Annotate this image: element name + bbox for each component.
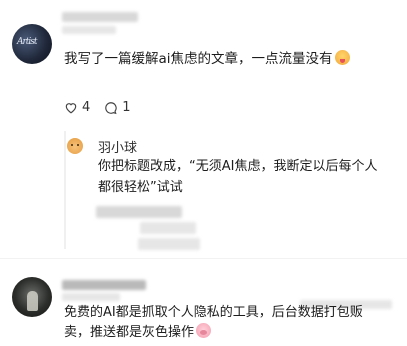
reply-thread-line — [64, 131, 66, 249]
reply-meta-blurred-1 — [96, 206, 182, 218]
post-actions: 4 1 — [64, 100, 145, 115]
comment2-text-line-2-body: 卖，推送都是灰色操作 — [64, 325, 195, 340]
reply-meta-blurred-2 — [140, 222, 196, 234]
post-timestamp-blurred — [62, 26, 116, 34]
heart-icon — [65, 103, 77, 114]
like-button[interactable]: 4 — [64, 100, 90, 115]
comment2-text-line-1: 免费的AI都是抓取个人隐私的工具，后台数据打包贩 — [64, 305, 363, 320]
post-author-avatar[interactable]: Artist — [12, 24, 52, 64]
comment2-text: 免费的AI都是抓取个人隐私的工具，后台数据打包贩 卖，推送都是灰色操作 — [64, 303, 363, 343]
tongue-out-emoji-icon — [334, 50, 350, 65]
comment-bubble-icon — [105, 101, 117, 114]
reply-text-line-2: 都很轻松”试试 — [98, 180, 183, 195]
reply-author-name[interactable]: 羽小球 — [98, 137, 137, 156]
post-author-name-blurred[interactable] — [62, 12, 138, 22]
comment2-author-name-blurred[interactable] — [62, 280, 146, 290]
reply-meta-blurred-3 — [138, 238, 200, 250]
reply-author-avatar[interactable] — [67, 138, 83, 154]
like-count: 4 — [82, 100, 91, 115]
pig-face-emoji-icon — [196, 323, 212, 338]
comment2-text-line-2: 卖，推送都是灰色操作 — [64, 323, 363, 343]
comment-button[interactable]: 1 — [104, 100, 131, 115]
reply-text: 你把标题改成，“无须AI焦虑，我断定以后每个人 都很轻松”试试 — [98, 156, 398, 198]
comment2-timestamp-blurred — [62, 293, 120, 301]
post-text: 我写了一篇缓解ai焦虑的文章，一点流量没有 — [64, 49, 350, 69]
comment-count: 1 — [122, 100, 131, 115]
post-text-body: 我写了一篇缓解ai焦虑的文章，一点流量没有 — [64, 51, 333, 67]
reply-text-line-1: 你把标题改成，“无须AI焦虑，我断定以后每个人 — [98, 159, 378, 174]
comment2-author-avatar[interactable] — [12, 277, 52, 317]
comment-divider — [0, 258, 407, 259]
